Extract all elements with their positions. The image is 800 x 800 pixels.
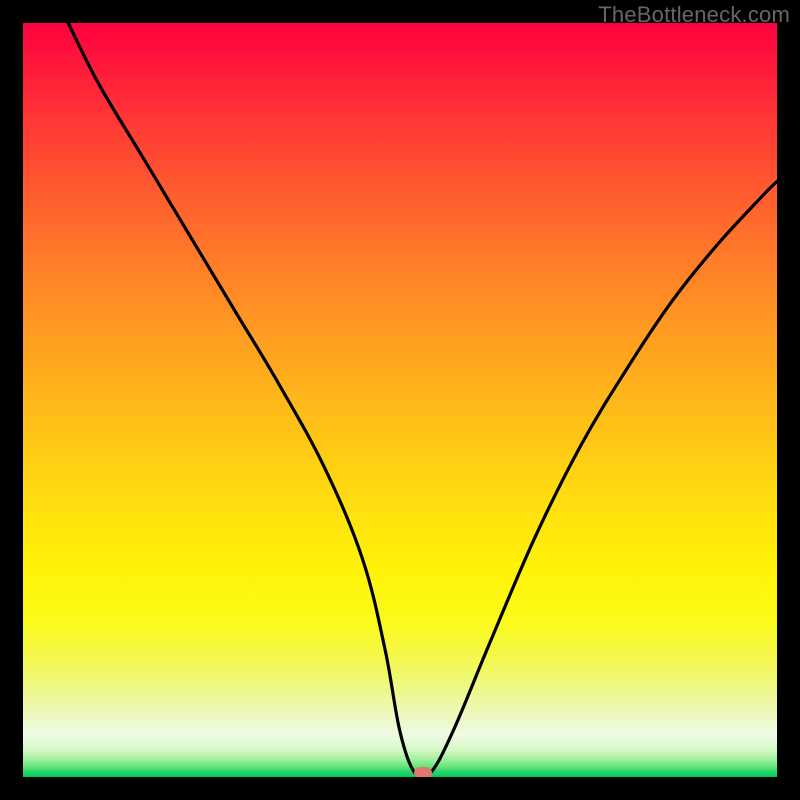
optimum-marker [414,767,432,777]
watermark-text: TheBottleneck.com [598,2,790,28]
curve-svg [23,23,777,777]
bottleneck-curve-path [68,23,777,777]
chart-frame: TheBottleneck.com [0,0,800,800]
plot-area [23,23,777,777]
